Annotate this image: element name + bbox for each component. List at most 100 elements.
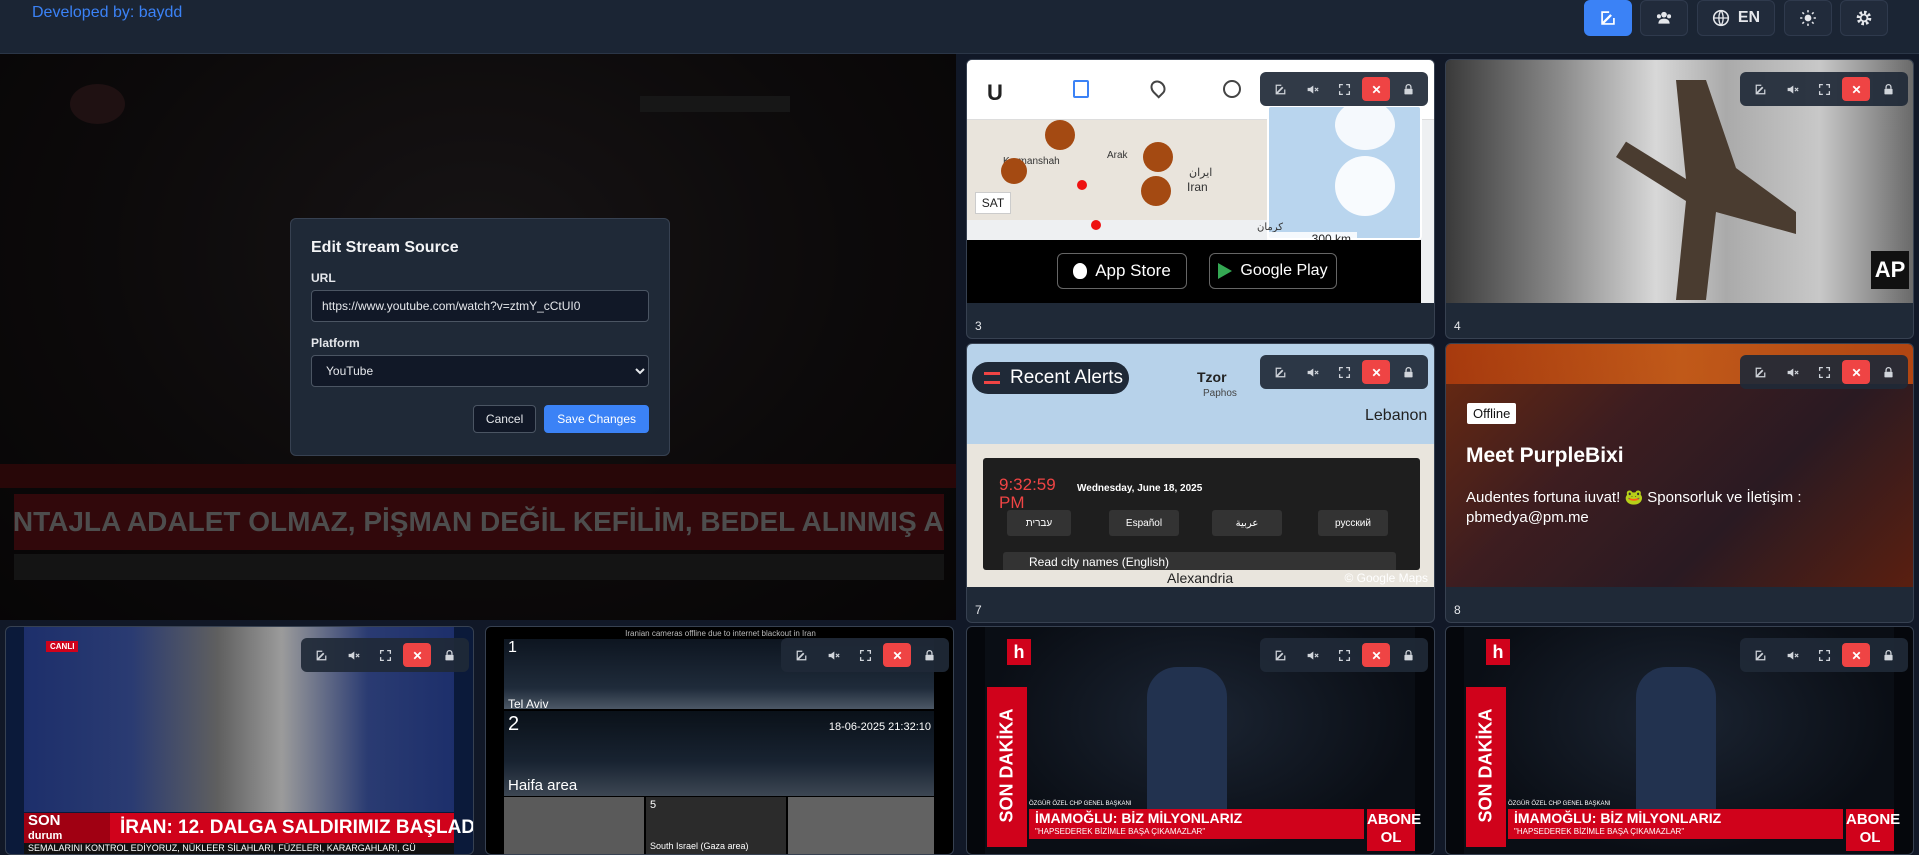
app-store-badge[interactable]: App Store [1057, 253, 1187, 289]
remove-button[interactable] [1842, 360, 1870, 384]
fullscreen-button[interactable] [1330, 77, 1358, 101]
edit-button[interactable] [1266, 360, 1294, 384]
subscribe-badge: ABONE OL [1367, 809, 1421, 851]
lock-button[interactable] [915, 643, 943, 667]
speaker-figure [1147, 667, 1227, 832]
close-icon [1370, 366, 1383, 379]
language-button[interactable]: EN [1697, 0, 1775, 36]
clock-icon[interactable] [1223, 80, 1241, 98]
headline-text: İMAMOĞLU: BİZ MİLYONLARIZ [1035, 810, 1243, 826]
remove-button[interactable] [1842, 643, 1870, 667]
channel-description: Audentes fortuna iuvat! 🐸 Sponsorluk ve … [1466, 489, 1802, 526]
remove-button[interactable] [1362, 360, 1390, 384]
speaker-caption: ÖZGÜR ÖZEL CHP GENEL BAŞKANI [1508, 801, 1611, 807]
tile-controls [1740, 72, 1908, 106]
pin-icon[interactable] [1147, 77, 1169, 99]
edit-icon [315, 649, 328, 662]
lock-button[interactable] [1394, 77, 1422, 101]
mute-button[interactable] [1778, 360, 1806, 384]
edit-icon [1274, 83, 1287, 96]
fullscreen-button[interactable] [1810, 643, 1838, 667]
fullscreen-icon [1338, 83, 1351, 96]
recent-alerts-pill[interactable]: Recent Alerts [972, 362, 1129, 394]
mute-button[interactable] [1778, 77, 1806, 101]
headline-text: İRAN: 12. DALGA SALDIRIMIZ BAŞLADI [120, 817, 473, 838]
camera-index-5: 5 [650, 799, 657, 811]
lock-button[interactable] [1874, 360, 1902, 384]
mute-button[interactable] [819, 643, 847, 667]
remove-button[interactable] [1842, 77, 1870, 101]
fullscreen-icon [1338, 649, 1351, 662]
theme-button[interactable] [1784, 0, 1832, 36]
platform-select[interactable]: YouTube [311, 355, 649, 387]
map-place-lebanon: Lebanon [1365, 407, 1428, 424]
edit-button[interactable] [1266, 643, 1294, 667]
save-changes-button[interactable]: Save Changes [544, 405, 649, 433]
mute-button[interactable] [1778, 643, 1806, 667]
cancel-button[interactable]: Cancel [472, 405, 537, 433]
edit-button[interactable] [1746, 643, 1774, 667]
mute-button[interactable] [1298, 360, 1326, 384]
map-place-alexandria: Alexandria [1167, 570, 1234, 586]
edit-button[interactable] [1266, 77, 1294, 101]
remove-button[interactable] [1362, 77, 1390, 101]
offline-badge: Offline [1467, 403, 1517, 424]
users-button[interactable] [1640, 0, 1688, 36]
alert-marker[interactable] [1143, 142, 1173, 172]
fullscreen-button[interactable] [1810, 77, 1838, 101]
edit-button[interactable] [307, 643, 335, 667]
doc-icon[interactable] [1073, 80, 1089, 98]
read-city-names-option[interactable]: Read city names (English) [1003, 552, 1396, 570]
remove-button[interactable] [403, 643, 431, 667]
fullscreen-button[interactable] [1330, 643, 1358, 667]
fullscreen-button[interactable] [851, 643, 879, 667]
edit-button[interactable] [1746, 360, 1774, 384]
remove-button[interactable] [883, 643, 911, 667]
map-label-iran-fa: ایران [1189, 167, 1213, 179]
close-icon [1850, 366, 1863, 379]
edit-icon [1754, 649, 1767, 662]
breaking-side-bar: SON DAKİKA [987, 687, 1027, 847]
lock-button[interactable] [1874, 77, 1902, 101]
chevron-up-icon[interactable] [1335, 100, 1395, 150]
mute-button[interactable] [339, 643, 367, 667]
alert-marker[interactable] [1045, 120, 1075, 150]
satellite-toggle[interactable]: SAT [975, 192, 1011, 214]
subscribe-badge: ABONE OL [1846, 809, 1900, 851]
lock-button[interactable] [1394, 643, 1422, 667]
lock-icon [1402, 649, 1415, 662]
lang-button-russian[interactable]: русский [1318, 510, 1388, 536]
chevron-down-icon[interactable] [1335, 156, 1395, 216]
alert-marker[interactable] [1141, 176, 1171, 206]
logo-son: SON [28, 812, 61, 829]
alert-marker[interactable] [1001, 158, 1027, 184]
url-input[interactable] [311, 290, 649, 322]
fullscreen-button[interactable] [1330, 360, 1358, 384]
lang-button-arabic[interactable]: عربية [1212, 510, 1282, 536]
lock-icon [1882, 649, 1895, 662]
play-icon [1218, 263, 1233, 279]
mute-button[interactable] [1298, 643, 1326, 667]
lang-button-spanish[interactable]: Español [1109, 510, 1179, 536]
fullscreen-button[interactable] [371, 643, 399, 667]
lock-icon [443, 649, 456, 662]
fullscreen-button[interactable] [1810, 360, 1838, 384]
tile-controls [1740, 638, 1908, 672]
breaking-label: SON DAKİKA [1475, 708, 1496, 823]
lock-button[interactable] [1874, 643, 1902, 667]
edit-mode-button[interactable] [1584, 0, 1632, 36]
edit-button[interactable] [1746, 77, 1774, 101]
tree-shape [1616, 80, 1796, 300]
mute-button[interactable] [1298, 77, 1326, 101]
remove-button[interactable] [1362, 643, 1390, 667]
mute-icon [1306, 366, 1319, 379]
settings-button[interactable] [1840, 0, 1888, 36]
google-play-badge[interactable]: Google Play [1209, 253, 1337, 289]
edit-button[interactable] [787, 643, 815, 667]
lang-button-hebrew[interactable]: עברית [1007, 510, 1071, 536]
speaker-figure [1636, 667, 1716, 832]
language-label: EN [1737, 9, 1761, 26]
lock-button[interactable] [435, 643, 463, 667]
lock-button[interactable] [1394, 360, 1422, 384]
live-badge: CANLI [46, 641, 79, 652]
